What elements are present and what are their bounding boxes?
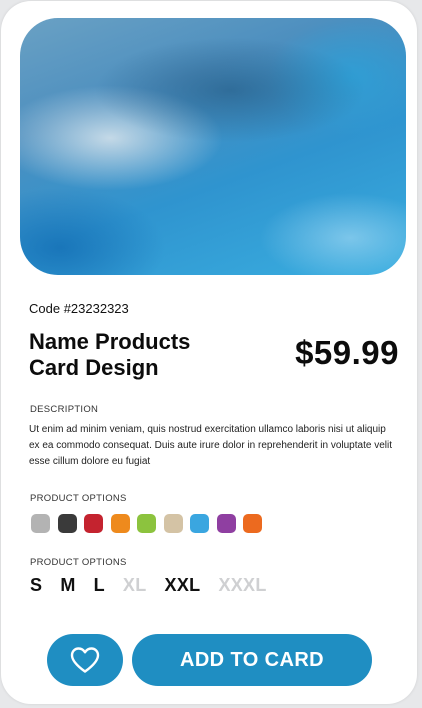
color-swatch[interactable] [57,514,77,533]
color-options-label: PRODUCT OPTIONS [30,493,127,504]
color-swatch[interactable] [137,514,156,533]
size-options-label: PRODUCT OPTIONS [30,557,127,568]
size-option[interactable]: XXXL [218,575,266,596]
color-swatch[interactable] [163,514,183,533]
color-swatch[interactable] [31,514,50,533]
add-to-cart-button[interactable]: ADD TO CARD [132,634,372,686]
color-swatch[interactable] [216,514,236,533]
description-label: DESCRIPTION [30,404,99,415]
description-text: Ut enim ad minim veniam, quis nostrud ex… [29,424,392,467]
heart-icon [70,647,100,673]
product-image[interactable] [20,18,406,275]
color-swatch[interactable] [84,514,103,533]
color-swatches [31,514,262,533]
color-swatch[interactable] [110,514,130,533]
product-card: Code #23232323 Name Products Card Design… [1,1,417,704]
favorite-button[interactable] [47,634,123,686]
color-swatch[interactable] [190,514,209,533]
size-option[interactable]: S [30,575,42,596]
product-title: Name Products Card Design [29,329,249,381]
color-swatch[interactable] [243,514,262,533]
size-option[interactable]: XL [123,575,147,596]
product-title-line-2: Card Design [29,355,159,380]
product-title-line-1: Name Products [29,329,191,354]
size-option[interactable]: XXL [165,575,201,596]
size-options: S M L XL XXL XXXL [30,575,285,596]
size-option[interactable]: L [94,575,105,596]
size-option[interactable]: M [60,575,75,596]
product-code: Code #23232323 [29,301,129,316]
product-price: $59.99 [295,334,399,371]
